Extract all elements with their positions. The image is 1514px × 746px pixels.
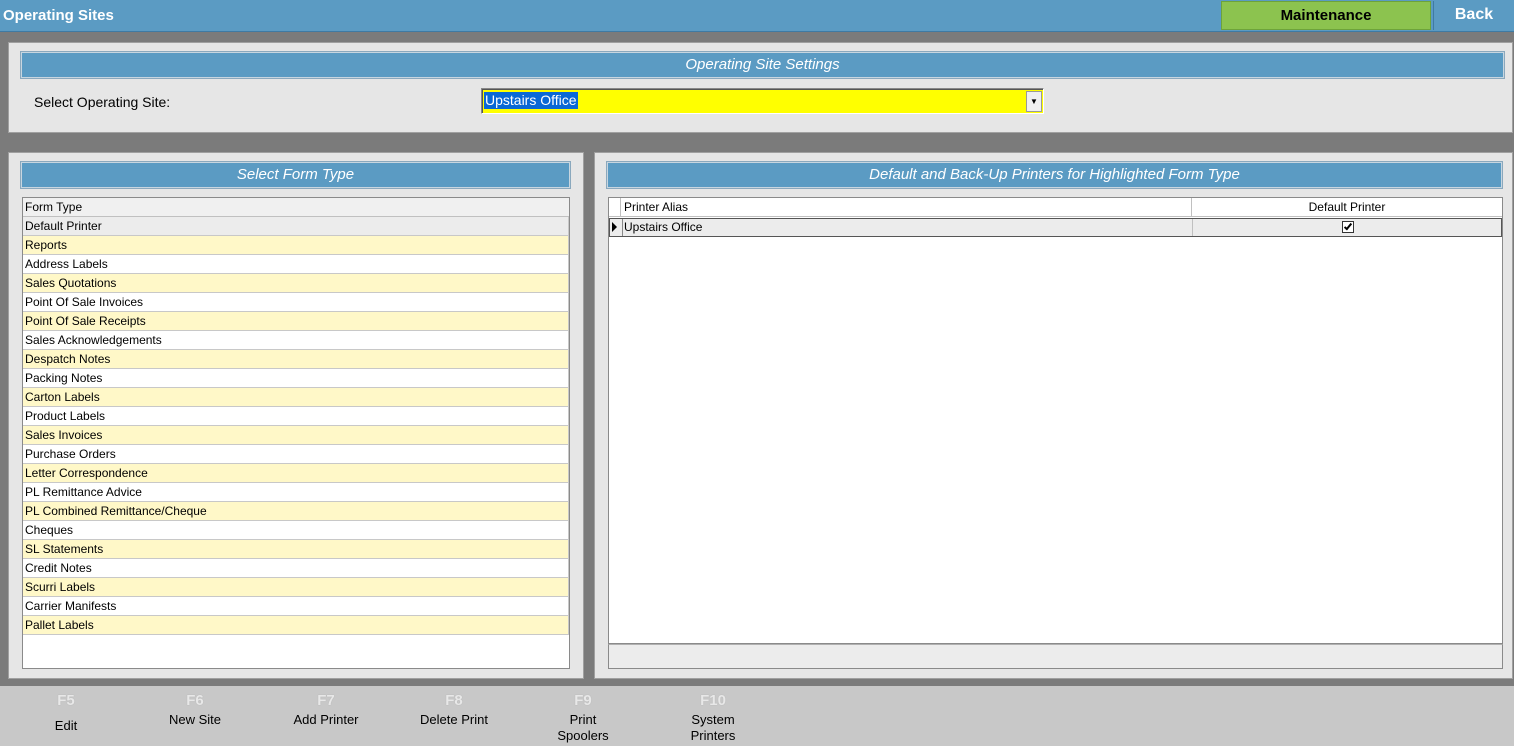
form-type-row[interactable]: Sales Invoices <box>23 426 569 445</box>
printers-panel: Default and Back-Up Printers for Highlig… <box>594 152 1513 679</box>
default-printer-column-header[interactable]: Default Printer <box>1192 198 1502 217</box>
back-button[interactable]: Back <box>1433 1 1514 30</box>
operating-site-settings-panel: Operating Site Settings Select Operating… <box>8 42 1513 133</box>
operating-site-settings-header: Operating Site Settings <box>21 52 1504 78</box>
default-printer-checkbox[interactable] <box>1342 221 1354 233</box>
row-pointer-icon <box>612 222 617 232</box>
function-key-f6[interactable]: F6 New Site <box>140 692 250 728</box>
function-key-code: F5 <box>57 692 75 709</box>
operating-site-select[interactable]: Upstairs Office ▼ <box>481 88 1044 114</box>
form-type-row[interactable]: Address Labels <box>23 255 569 274</box>
function-key-label: New Site <box>168 712 222 727</box>
function-key-bar: F5 Edit F6 New Site F7 Add Printer F8 Delete Pr… <box>0 686 1514 746</box>
form-type-row[interactable]: Point Of Sale Receipts <box>23 312 569 331</box>
printer-row[interactable]: Upstairs Office <box>609 218 1502 237</box>
function-key-label: System Printers <box>690 712 736 743</box>
row-indicator-header <box>609 198 621 217</box>
function-key-label: Edit <box>54 718 78 733</box>
select-operating-site-label: Select Operating Site: <box>34 94 171 110</box>
form-type-rows: Default Printer Reports Address Labels Sale… <box>23 217 569 635</box>
form-type-row[interactable]: PL Remittance Advice <box>23 483 569 502</box>
function-key-code: F6 <box>186 692 204 709</box>
form-type-row[interactable]: PL Combined Remittance/Cheque <box>23 502 569 521</box>
operating-site-select-value: Upstairs Office <box>484 92 578 109</box>
form-type-row[interactable]: Pallet Labels <box>23 616 569 635</box>
maintenance-button[interactable]: Maintenance <box>1221 1 1431 30</box>
form-type-row[interactable]: Sales Quotations <box>23 274 569 293</box>
function-key-label: Add Printer <box>293 712 359 727</box>
dropdown-arrow-icon[interactable]: ▼ <box>1026 91 1042 112</box>
form-type-row[interactable]: Credit Notes <box>23 559 569 578</box>
form-type-row[interactable]: Despatch Notes <box>23 350 569 369</box>
printers-grid-footer <box>608 644 1503 669</box>
form-type-row[interactable]: Cheques <box>23 521 569 540</box>
form-type-row[interactable]: Product Labels <box>23 407 569 426</box>
function-key-code: F10 <box>700 692 726 709</box>
function-key-label: Delete Print <box>420 712 488 727</box>
window-title: Operating Sites <box>3 7 114 24</box>
function-key-f7[interactable]: F7 Add Printer <box>271 692 381 728</box>
function-key-f8[interactable]: F8 Delete Print <box>399 692 509 728</box>
form-type-panel: Select Form Type Form Type Default Print… <box>8 152 584 679</box>
printer-alias-column-header[interactable]: Printer Alias <box>621 198 1192 217</box>
function-key-f5[interactable]: F5 Edit <box>11 692 121 734</box>
form-type-grid[interactable]: Form Type Default Printer Reports Address … <box>22 197 570 669</box>
title-bar: Operating Sites Maintenance Back <box>0 0 1514 32</box>
form-type-row[interactable]: Scurri Labels <box>23 578 569 597</box>
printer-alias-cell[interactable]: Upstairs Office <box>622 219 1193 236</box>
form-type-row[interactable]: Letter Correspondence <box>23 464 569 483</box>
form-type-row[interactable]: Point Of Sale Invoices <box>23 293 569 312</box>
form-type-row[interactable]: Default Printer <box>23 217 569 236</box>
checkmark-icon <box>1343 221 1353 231</box>
form-type-row[interactable]: SL Statements <box>23 540 569 559</box>
function-key-code: F8 <box>445 692 463 709</box>
form-type-row[interactable]: Packing Notes <box>23 369 569 388</box>
form-type-row[interactable]: Carton Labels <box>23 388 569 407</box>
printers-header: Default and Back-Up Printers for Highlig… <box>607 162 1502 188</box>
function-key-f10[interactable]: F10 System Printers <box>658 692 768 744</box>
form-type-column-header[interactable]: Form Type <box>23 198 569 217</box>
form-type-row[interactable]: Carrier Manifests <box>23 597 569 616</box>
form-type-row[interactable]: Purchase Orders <box>23 445 569 464</box>
function-key-label: Print Spoolers <box>557 712 609 743</box>
form-type-row[interactable]: Sales Acknowledgements <box>23 331 569 350</box>
function-key-f9[interactable]: F9 Print Spoolers <box>528 692 638 744</box>
printers-grid[interactable]: Printer Alias Default Printer Upstairs O… <box>608 197 1503 644</box>
function-key-code: F9 <box>574 692 592 709</box>
form-type-row[interactable]: Reports <box>23 236 569 255</box>
form-type-header: Select Form Type <box>21 162 570 188</box>
function-key-code: F7 <box>317 692 335 709</box>
